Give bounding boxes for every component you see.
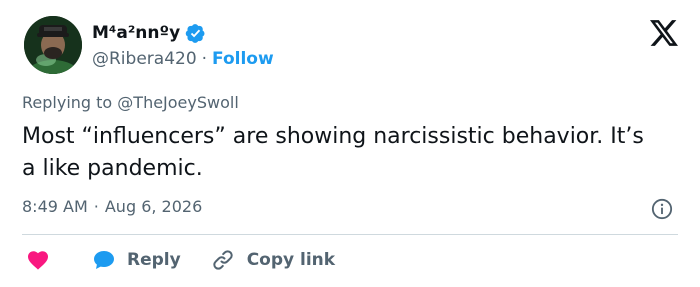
avatar[interactable] — [24, 16, 82, 74]
link-icon — [211, 248, 235, 272]
info-icon[interactable] — [651, 198, 673, 220]
profile-photo — [24, 16, 82, 74]
author-handle[interactable]: @Ribera420 — [92, 49, 197, 69]
author-name-row: M⁴a²nnºy — [92, 22, 206, 44]
timestamp-row: 8:49 AM · Aug 6, 2026 — [22, 197, 202, 216]
tweet-time[interactable]: 8:49 AM — [22, 197, 88, 216]
display-name[interactable]: M⁴a²nnºy — [92, 23, 180, 43]
replying-to-text[interactable]: Replying to @TheJoeySwoll — [22, 93, 239, 112]
divider — [22, 234, 678, 235]
speech-bubble-icon — [92, 248, 116, 272]
action-bar: Reply Copy link — [22, 246, 335, 274]
separator-dot: · — [201, 49, 208, 69]
tweet-date[interactable]: Aug 6, 2026 — [105, 197, 202, 216]
tweet-text: Most “influencers” are showing narcissis… — [22, 124, 644, 181]
reply-label: Reply — [127, 250, 181, 270]
author-handle-row: @Ribera420 · Follow — [92, 48, 274, 70]
copy-link-button[interactable]: Copy link — [211, 248, 335, 272]
x-logo-icon[interactable] — [650, 20, 678, 46]
heart-icon — [26, 248, 50, 272]
separator-dot: · — [93, 197, 99, 216]
copy-link-label: Copy link — [246, 250, 336, 270]
follow-button[interactable]: Follow — [212, 49, 274, 69]
like-button[interactable] — [26, 248, 50, 272]
tweet-card: M⁴a²nnºy @Ribera420 · Follow Replying to… — [0, 0, 700, 287]
reply-button[interactable]: Reply — [92, 248, 181, 272]
verified-badge-icon — [185, 23, 206, 44]
